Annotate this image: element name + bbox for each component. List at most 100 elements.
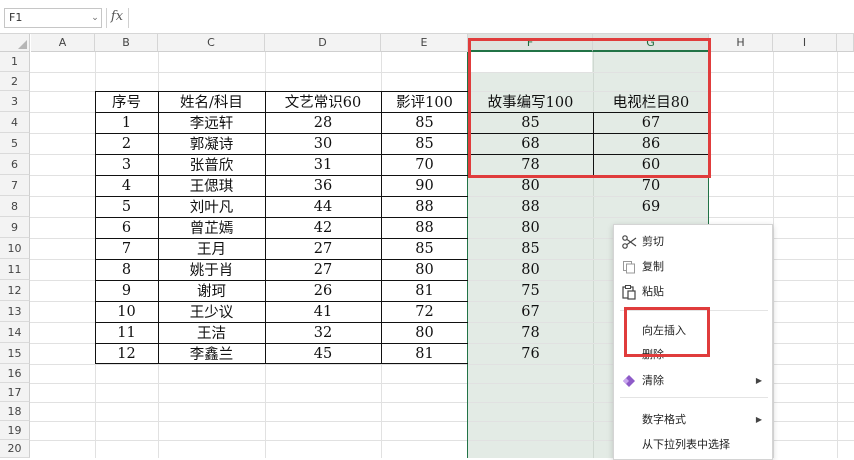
column-header-next[interactable] bbox=[837, 34, 854, 52]
table-cell[interactable]: 42 bbox=[265, 217, 381, 238]
row-header-9[interactable]: 9 bbox=[0, 217, 30, 238]
table-cell[interactable]: 4 bbox=[95, 175, 158, 196]
table-cell[interactable]: 11 bbox=[95, 322, 158, 343]
table-cell[interactable]: 88 bbox=[381, 217, 468, 238]
table-cell[interactable]: 85 bbox=[381, 112, 468, 133]
table-cell[interactable]: 80 bbox=[468, 217, 593, 238]
menu-item-pick-from-list[interactable]: 从下拉列表中选择 bbox=[614, 432, 772, 457]
table-cell[interactable]: 70 bbox=[593, 175, 709, 196]
table-cell[interactable]: 27 bbox=[265, 259, 381, 280]
table-cell[interactable]: 王偲琪 bbox=[158, 175, 265, 196]
column-header-b[interactable]: B bbox=[95, 34, 158, 52]
table-cell[interactable]: 72 bbox=[381, 301, 468, 322]
table-cell[interactable]: 88 bbox=[468, 196, 593, 217]
row-header-12[interactable]: 12 bbox=[0, 280, 30, 301]
table-cell[interactable]: 36 bbox=[265, 175, 381, 196]
column-header-e[interactable]: E bbox=[381, 34, 468, 52]
table-cell[interactable]: 81 bbox=[381, 280, 468, 301]
table-header-cell[interactable]: 影评100 bbox=[381, 91, 468, 112]
row-header-2[interactable]: 2 bbox=[0, 72, 30, 91]
table-cell[interactable]: 44 bbox=[265, 196, 381, 217]
table-header-cell[interactable]: 姓名/科目 bbox=[158, 91, 265, 112]
table-cell[interactable]: 90 bbox=[381, 175, 468, 196]
table-cell[interactable]: 5 bbox=[95, 196, 158, 217]
chevron-down-icon[interactable]: ⌄ bbox=[90, 10, 100, 26]
table-cell[interactable]: 78 bbox=[468, 322, 593, 343]
table-cell[interactable]: 6 bbox=[95, 217, 158, 238]
name-box[interactable]: F1 bbox=[4, 8, 102, 28]
row-header-16[interactable]: 16 bbox=[0, 364, 30, 383]
table-cell[interactable]: 3 bbox=[95, 154, 158, 175]
table-cell[interactable]: 81 bbox=[381, 343, 468, 364]
row-header-3[interactable]: 3 bbox=[0, 91, 30, 112]
formula-input[interactable] bbox=[128, 8, 850, 28]
row-header-10[interactable]: 10 bbox=[0, 238, 30, 259]
table-cell[interactable]: 9 bbox=[95, 280, 158, 301]
table-cell[interactable]: 曾芷嫣 bbox=[158, 217, 265, 238]
row-header-4[interactable]: 4 bbox=[0, 112, 30, 133]
row-header-13[interactable]: 13 bbox=[0, 301, 30, 322]
row-header-19[interactable]: 19 bbox=[0, 421, 30, 440]
table-cell[interactable]: 李鑫兰 bbox=[158, 343, 265, 364]
table-cell[interactable]: 69 bbox=[593, 196, 709, 217]
table-cell[interactable]: 32 bbox=[265, 322, 381, 343]
table-header-cell[interactable]: 文艺常识60 bbox=[265, 91, 381, 112]
table-cell[interactable]: 85 bbox=[381, 238, 468, 259]
table-cell[interactable]: 王洁 bbox=[158, 322, 265, 343]
table-cell[interactable]: 85 bbox=[468, 238, 593, 259]
column-header-d[interactable]: D bbox=[265, 34, 381, 52]
table-header-cell[interactable]: 序号 bbox=[95, 91, 158, 112]
table-cell[interactable]: 76 bbox=[468, 343, 593, 364]
row-header-5[interactable]: 5 bbox=[0, 133, 30, 154]
table-cell[interactable]: 28 bbox=[265, 112, 381, 133]
table-cell[interactable]: 郭凝诗 bbox=[158, 133, 265, 154]
menu-item-copy[interactable]: 复制 bbox=[614, 254, 772, 279]
table-cell[interactable]: 姚于肖 bbox=[158, 259, 265, 280]
table-cell[interactable]: 88 bbox=[381, 196, 468, 217]
table-cell[interactable]: 王少议 bbox=[158, 301, 265, 322]
table-cell[interactable]: 26 bbox=[265, 280, 381, 301]
row-header-7[interactable]: 7 bbox=[0, 175, 30, 196]
fx-icon[interactable]: fx bbox=[108, 7, 126, 27]
table-cell[interactable]: 27 bbox=[265, 238, 381, 259]
column-header-c[interactable]: C bbox=[158, 34, 265, 52]
row-header-11[interactable]: 11 bbox=[0, 259, 30, 280]
table-cell[interactable]: 10 bbox=[95, 301, 158, 322]
column-header-a[interactable]: A bbox=[31, 34, 95, 52]
table-cell[interactable]: 85 bbox=[381, 133, 468, 154]
row-header-15[interactable]: 15 bbox=[0, 343, 30, 364]
table-cell[interactable]: 30 bbox=[265, 133, 381, 154]
table-cell[interactable]: 张普欣 bbox=[158, 154, 265, 175]
table-cell[interactable]: 谢珂 bbox=[158, 280, 265, 301]
table-cell[interactable]: 67 bbox=[468, 301, 593, 322]
row-header-14[interactable]: 14 bbox=[0, 322, 30, 343]
table-cell[interactable]: 1 bbox=[95, 112, 158, 133]
menu-item-cut[interactable]: 剪切 bbox=[614, 229, 772, 254]
table-cell[interactable]: 80 bbox=[468, 175, 593, 196]
table-cell[interactable]: 45 bbox=[265, 343, 381, 364]
row-header-20[interactable]: 20 bbox=[0, 440, 30, 458]
table-cell[interactable]: 80 bbox=[468, 259, 593, 280]
table-cell[interactable]: 80 bbox=[381, 259, 468, 280]
table-cell[interactable]: 王月 bbox=[158, 238, 265, 259]
row-header-6[interactable]: 6 bbox=[0, 154, 30, 175]
table-cell[interactable]: 70 bbox=[381, 154, 468, 175]
column-header-h[interactable]: H bbox=[709, 34, 773, 52]
table-cell[interactable]: 75 bbox=[468, 280, 593, 301]
row-header-18[interactable]: 18 bbox=[0, 402, 30, 421]
table-cell[interactable]: 刘叶凡 bbox=[158, 196, 265, 217]
column-header-i[interactable]: I bbox=[773, 34, 837, 52]
row-header-8[interactable]: 8 bbox=[0, 196, 30, 217]
table-cell[interactable]: 2 bbox=[95, 133, 158, 154]
table-cell[interactable]: 12 bbox=[95, 343, 158, 364]
table-cell[interactable]: 李远轩 bbox=[158, 112, 265, 133]
menu-item-clear[interactable]: 清除 ▶ bbox=[614, 368, 772, 393]
table-cell[interactable]: 8 bbox=[95, 259, 158, 280]
table-cell[interactable]: 41 bbox=[265, 301, 381, 322]
menu-item-number-format[interactable]: 数字格式 ▶ bbox=[614, 407, 772, 432]
row-header-1[interactable]: 1 bbox=[0, 52, 30, 72]
table-cell[interactable]: 7 bbox=[95, 238, 158, 259]
table-cell[interactable]: 80 bbox=[381, 322, 468, 343]
table-cell[interactable]: 31 bbox=[265, 154, 381, 175]
menu-item-paste[interactable]: 粘贴 bbox=[614, 279, 772, 304]
